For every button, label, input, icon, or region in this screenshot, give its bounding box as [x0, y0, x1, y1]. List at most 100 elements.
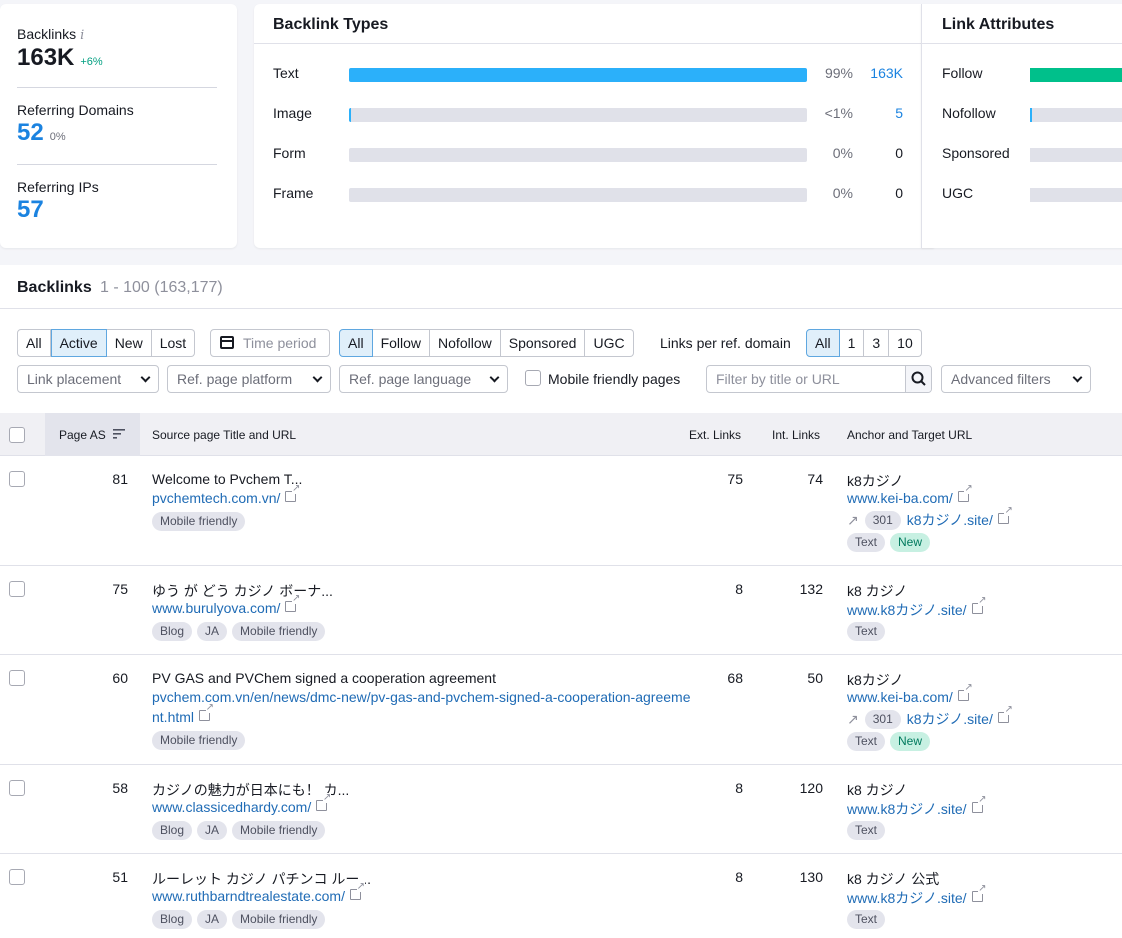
- target-url-link[interactable]: www.kei-ba.com/: [847, 484, 973, 506]
- row-checkbox[interactable]: [9, 780, 25, 796]
- link-type-tag: Text: [847, 910, 886, 929]
- anchor-header[interactable]: Anchor and Target URL: [847, 428, 972, 442]
- link-type-ugc-button[interactable]: UGC: [585, 329, 634, 357]
- backlink-type-bar: [349, 68, 807, 82]
- source-header[interactable]: Source page Title and URL: [152, 428, 296, 442]
- select-all-checkbox[interactable]: [9, 427, 25, 443]
- link-type-sponsored-button[interactable]: Sponsored: [500, 329, 586, 357]
- link-type-tag: Text: [847, 622, 886, 641]
- target-url-text: www.k8カジノ.site/: [847, 890, 967, 906]
- referring-domains-value[interactable]: 52: [17, 119, 44, 146]
- external-link-icon[interactable]: [971, 884, 987, 902]
- backlink-type-percent: 0%: [832, 145, 853, 161]
- info-icon[interactable]: i: [80, 28, 84, 43]
- target-url-link[interactable]: www.k8カジノ.site/: [847, 884, 987, 908]
- source-url-link[interactable]: pvchem.com.vn/en/news/dmc-new/pv-gas-and…: [152, 687, 692, 727]
- chevron-down-icon: [140, 372, 151, 383]
- external-link-icon[interactable]: [349, 882, 365, 900]
- source-url-link[interactable]: www.classicedhardy.com/: [152, 793, 332, 817]
- source-tags: Blog JA Mobile friendly: [152, 821, 326, 840]
- search-input[interactable]: [707, 366, 906, 392]
- row-checkbox[interactable]: [9, 670, 25, 686]
- external-link-icon[interactable]: [199, 703, 215, 721]
- referring-domains-metric[interactable]: Referring Domains 52 0%: [17, 102, 217, 148]
- link-placement-dropdown[interactable]: Link placement: [17, 365, 159, 393]
- anchor-text: k8 カジノ 公式: [847, 871, 940, 887]
- link-attribute-label: UGC: [942, 185, 974, 201]
- source-tag: JA: [197, 622, 228, 641]
- page-as-header[interactable]: Page AS: [59, 428, 126, 442]
- source-tags: Blog JA Mobile friendly: [152, 622, 326, 641]
- link-type-all-button[interactable]: All: [339, 329, 373, 357]
- redirect-url-text: k8カジノ.site/: [906, 711, 993, 727]
- mobile-friendly-checkbox[interactable]: [525, 370, 541, 386]
- ref-page-language-dropdown[interactable]: Ref. page language: [339, 365, 508, 393]
- target-url-link[interactable]: www.kei-ba.com/: [847, 683, 973, 705]
- target-url-link[interactable]: www.k8カジノ.site/: [847, 795, 987, 819]
- search-button[interactable]: [905, 366, 931, 392]
- link-type-nofollow-button[interactable]: Nofollow: [430, 329, 501, 357]
- lprd-10-button[interactable]: 10: [889, 329, 922, 357]
- int-links-header[interactable]: Int. Links: [772, 428, 820, 442]
- new-badge: New: [890, 533, 931, 552]
- lprd-1-button[interactable]: 1: [839, 329, 865, 357]
- source-url-link[interactable]: www.burulyova.com/: [152, 594, 301, 618]
- external-link-icon[interactable]: [997, 506, 1013, 524]
- source-url-link[interactable]: pvchemtech.com.vn/: [152, 484, 301, 508]
- link-type-follow-button[interactable]: Follow: [372, 329, 431, 357]
- ref-page-platform-dropdown[interactable]: Ref. page platform: [167, 365, 331, 393]
- source-tag: Blog: [152, 910, 193, 929]
- external-link-icon[interactable]: [971, 795, 987, 813]
- target-url-text: www.k8カジノ.site/: [847, 602, 967, 618]
- int-links-value: 50: [807, 670, 823, 686]
- redirect-url-link[interactable]: k8カジノ.site/: [906, 705, 1013, 729]
- lprd-3-button[interactable]: 3: [864, 329, 890, 357]
- external-link-icon[interactable]: [316, 793, 332, 811]
- mobile-friendly-label: Mobile friendly pages: [548, 371, 681, 387]
- redirect-url-link[interactable]: k8カジノ.site/: [907, 506, 1013, 530]
- source-tag: Mobile friendly: [232, 821, 326, 840]
- backlinks-range: 1 - 100 (163,177): [100, 279, 223, 296]
- divider: [254, 43, 934, 44]
- link-placement-label: Link placement: [27, 371, 122, 387]
- status-active-button[interactable]: Active: [50, 329, 107, 357]
- referring-ips-value[interactable]: 57: [17, 196, 44, 223]
- new-badge: New: [890, 732, 931, 751]
- redirect-arrow-icon: ↗: [847, 511, 859, 528]
- redirect-code-badge: 301: [864, 709, 901, 729]
- table-row: 60 PV GAS and PVChem signed a cooperation…: [0, 655, 1122, 765]
- page-as-value: 51: [112, 869, 128, 885]
- ext-links-value: 68: [727, 670, 743, 686]
- external-link-icon[interactable]: [997, 705, 1013, 723]
- row-checkbox[interactable]: [9, 581, 25, 597]
- external-link-icon[interactable]: [285, 594, 301, 612]
- anchor-tags: Text: [847, 910, 886, 929]
- row-checkbox[interactable]: [9, 471, 25, 487]
- lprd-all-button[interactable]: All: [806, 329, 840, 357]
- time-period-button[interactable]: Time period: [210, 329, 330, 357]
- status-lost-button[interactable]: Lost: [151, 329, 196, 357]
- backlink-type-count[interactable]: 5: [895, 105, 903, 121]
- status-all-button[interactable]: All: [17, 329, 51, 357]
- page-as-value: 81: [112, 471, 128, 487]
- backlink-type-count[interactable]: 163K: [870, 65, 903, 81]
- status-filter: All Active New Lost: [17, 329, 196, 357]
- int-links-value: 120: [799, 780, 823, 796]
- page-as-value: 58: [112, 780, 128, 796]
- source-url-text: pvchemtech.com.vn/: [152, 490, 281, 506]
- ext-links-header[interactable]: Ext. Links: [689, 428, 741, 442]
- external-link-icon[interactable]: [957, 484, 973, 502]
- external-link-icon[interactable]: [957, 683, 973, 701]
- referring-ips-metric[interactable]: Referring IPs 57: [17, 179, 217, 225]
- table-row: 51 ルーレット カジノ パチンコ ルー... www.ruthbarndtreal…: [0, 854, 1122, 938]
- source-url-link[interactable]: www.ruthbarndtrealestate.com/: [152, 882, 365, 906]
- status-new-button[interactable]: New: [106, 329, 152, 357]
- backlink-type-count: 0: [895, 185, 903, 201]
- external-link-icon[interactable]: [285, 484, 301, 502]
- external-link-icon[interactable]: [971, 596, 987, 614]
- row-checkbox[interactable]: [9, 869, 25, 885]
- backlinks-metric[interactable]: Backlinks i 163K +6%: [17, 26, 217, 73]
- target-url-link[interactable]: www.k8カジノ.site/: [847, 596, 987, 620]
- advanced-filters-dropdown[interactable]: Advanced filters: [941, 365, 1091, 393]
- source-tag: Mobile friendly: [152, 512, 246, 531]
